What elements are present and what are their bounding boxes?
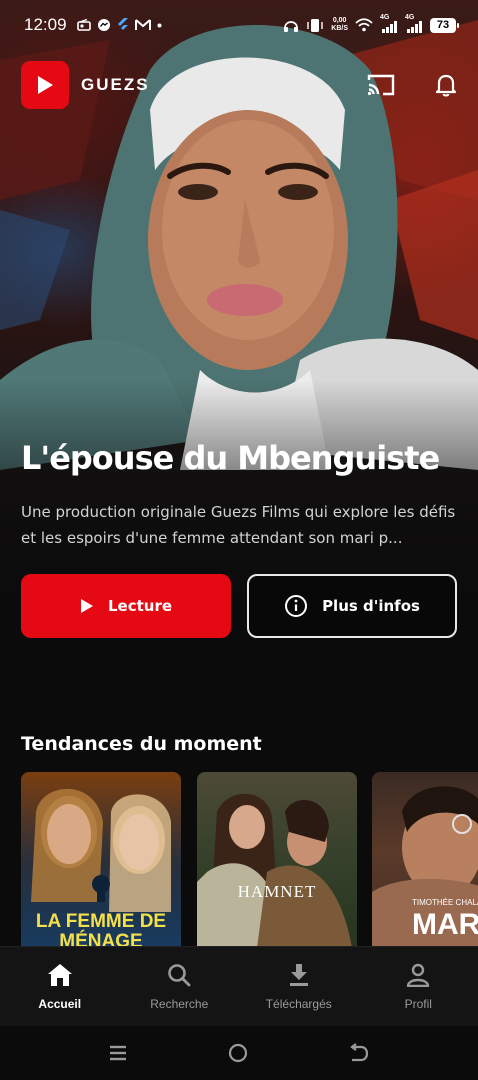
poster-caption: TIMOTHÉE CHALAMET (412, 898, 478, 907)
recent-apps-icon[interactable] (108, 1044, 128, 1062)
gmail-icon (134, 19, 151, 30)
nav-label-home: Accueil (38, 996, 82, 1011)
play-button[interactable]: Lecture (21, 574, 231, 638)
app-header: GUEZS (21, 60, 457, 110)
nav-item-home[interactable]: Accueil (0, 947, 120, 1026)
more-info-label: Plus d'infos (322, 597, 420, 615)
more-info-button[interactable]: Plus d'infos (247, 574, 457, 638)
info-icon (285, 595, 308, 617)
nav-item-search[interactable]: Recherche (120, 947, 240, 1026)
bell-icon[interactable] (435, 73, 457, 97)
cast-icon[interactable] (367, 74, 395, 96)
system-navigation-bar (0, 1026, 478, 1080)
status-time: 12:09 (24, 15, 67, 34)
poster-title: LA FEMME DE MÉNAGE (35, 911, 167, 949)
headphones-icon (284, 20, 299, 32)
download-icon (289, 963, 308, 986)
hero-title: L'épouse du Mbenguiste (21, 439, 440, 477)
cell-signal-1: 4G (380, 14, 398, 33)
poster-card[interactable]: TIMOTHÉE CHALAMET MARTY (372, 772, 478, 948)
signal-bars-icon (407, 20, 422, 33)
home-circle-icon[interactable] (228, 1043, 248, 1063)
battery-indicator: 73 (430, 17, 459, 33)
messenger-icon (97, 19, 110, 31)
cell-signal-2: 4G (405, 14, 423, 33)
vibrate-icon (307, 18, 323, 32)
play-logo-icon (38, 76, 53, 94)
dot-icon (157, 23, 162, 27)
wifi-icon (355, 18, 373, 32)
logo[interactable] (21, 61, 69, 109)
play-icon (80, 599, 93, 613)
section-title-trending: Tendances du moment (21, 733, 262, 755)
brand-name: GUEZS (81, 75, 150, 94)
person-icon (407, 963, 430, 987)
radio-icon (76, 19, 91, 31)
poster-card[interactable]: HAMNET (197, 772, 357, 948)
back-icon[interactable] (348, 1043, 370, 1063)
trending-row[interactable]: LA FEMME DE MÉNAGE HAMNET TIMOTHÉE CHALA… (21, 772, 478, 948)
nav-item-profile[interactable]: Profil (359, 947, 478, 1026)
poster-title: MARTY (412, 908, 478, 941)
status-bar: 12:09 0,00 KB/S 4G 4G 73 (0, 0, 478, 50)
hero-description: Une production originale Guezs Films qui… (21, 503, 456, 547)
bottom-navigation: Accueil Recherche Téléchargés Profil (0, 946, 478, 1026)
home-icon (47, 963, 72, 986)
flutter-icon (117, 18, 128, 30)
nav-label-profile: Profil (404, 996, 432, 1011)
nav-item-downloads[interactable]: Téléchargés (239, 947, 359, 1026)
network-speed: 0,00 KB/S (331, 17, 348, 32)
nav-label-downloads: Téléchargés (265, 996, 332, 1011)
poster-card[interactable]: LA FEMME DE MÉNAGE (21, 772, 181, 948)
search-icon (168, 963, 191, 986)
poster-artwork (197, 793, 352, 948)
signal-bars-icon (382, 20, 397, 33)
play-label: Lecture (107, 597, 173, 615)
poster-title: HAMNET (237, 882, 317, 901)
nav-label-search: Recherche (150, 996, 209, 1011)
